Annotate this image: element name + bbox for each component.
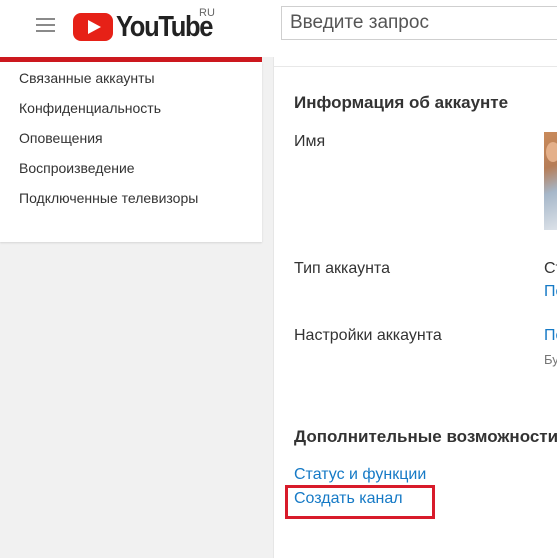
settings-sidebar: Связанные аккаунты Конфиденциальность Оп… — [0, 62, 262, 242]
sidebar-item-linked-accounts[interactable]: Связанные аккаунты — [19, 70, 155, 86]
sidebar-item-connected-tvs[interactable]: Подключенные телевизоры — [19, 190, 198, 206]
logo-text: YouTube — [116, 10, 213, 43]
account-settings-subtext: Бу — [544, 352, 557, 367]
search-input[interactable] — [281, 6, 557, 40]
youtube-logo[interactable]: YouTube RU — [73, 7, 225, 45]
account-type-label: Тип аккаунта — [294, 260, 390, 277]
sidebar-item-privacy[interactable]: Конфиденциальность — [19, 100, 161, 116]
sidebar-item-notifications[interactable]: Оповещения — [19, 130, 103, 146]
account-type-link[interactable]: По — [544, 283, 557, 301]
account-settings-panel: Информация об аккаунте Имя Тип аккаунта … — [273, 57, 557, 558]
active-indicator-bar — [0, 57, 262, 62]
extra-features-title: Дополнительные возможности — [294, 427, 557, 446]
region-label: RU — [199, 7, 215, 19]
youtube-play-icon — [73, 13, 113, 41]
divider — [274, 66, 557, 67]
account-settings-link[interactable]: По — [544, 327, 557, 345]
account-type-value: Ст — [544, 260, 557, 277]
create-channel-link[interactable]: Создать канал — [294, 490, 403, 508]
account-settings-label: Настройки аккаунта — [294, 327, 442, 344]
avatar[interactable] — [544, 132, 557, 230]
sidebar-item-playback[interactable]: Воспроизведение — [19, 160, 135, 176]
account-info-title: Информация об аккаунте — [294, 93, 509, 112]
status-features-link[interactable]: Статус и функции — [294, 466, 426, 484]
hamburger-menu-icon[interactable] — [36, 16, 55, 34]
name-label: Имя — [294, 133, 326, 150]
top-header: YouTube RU — [0, 0, 557, 57]
